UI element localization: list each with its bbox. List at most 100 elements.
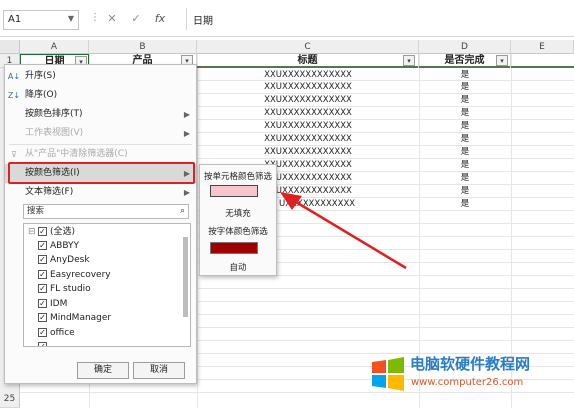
column-header-a[interactable]: A — [20, 40, 89, 54]
formula-buttons: ✕ ✓ fx — [100, 8, 184, 30]
logo-pane-red — [372, 360, 386, 373]
done-cell[interactable]: 是 — [419, 94, 511, 106]
done-cell[interactable]: 是 — [419, 69, 511, 81]
highlight-box — [8, 162, 195, 184]
ok-button[interactable]: 确定 — [77, 362, 129, 379]
name-box-value: A1 — [8, 14, 22, 25]
title-cell[interactable]: XXUXXXXXXXXXXXX — [197, 146, 419, 158]
select-all-corner[interactable] — [0, 40, 20, 54]
column-header-e[interactable]: E — [511, 40, 574, 54]
menu-item-label: 按颜色排序(T) — [25, 109, 83, 119]
filter-search-input[interactable]: 搜索 ⌕ — [23, 204, 189, 219]
chevron-right-icon: ▶ — [183, 129, 190, 138]
done-cell[interactable]: 是 — [419, 107, 511, 119]
list-item-label: ABBYY — [50, 241, 80, 251]
done-cell[interactable]: 是 — [419, 81, 511, 93]
checkbox-checked-icon[interactable]: ✓ — [38, 255, 47, 264]
checkbox-checked-icon[interactable]: ✓ — [38, 299, 47, 308]
column-header-d[interactable]: D — [419, 40, 511, 54]
title-cell[interactable]: XXUXXXXXXXXXXXX — [197, 81, 419, 93]
list-item[interactable]: ✓ ABBYY — [38, 239, 79, 253]
menu-item-label: 升序(S) — [25, 71, 56, 81]
header-cell-title[interactable]: 标题 ▾ — [197, 54, 419, 68]
column-header-c[interactable]: C — [197, 40, 419, 54]
search-icon[interactable]: ⌕ — [180, 205, 185, 218]
list-item[interactable]: ✓ Easyrecovery — [38, 268, 111, 282]
arrow-shaft — [295, 200, 407, 270]
header-label-done: 是否完成 — [444, 55, 485, 66]
menu-item-sort-by-color[interactable]: 按颜色排序(T) ▶ — [5, 105, 196, 124]
search-placeholder: 搜索 — [27, 206, 45, 216]
title-cell[interactable]: XXUXXXXXXXXXXXX — [197, 107, 419, 119]
done-cell[interactable]: 是 — [419, 146, 511, 158]
cancel-icon[interactable]: ✕ — [100, 8, 124, 30]
tree-expander-icon: ⊟ — [28, 227, 36, 237]
list-item[interactable]: ✓ MindManager — [38, 311, 111, 325]
list-item-label: office — [50, 328, 75, 338]
list-item[interactable]: ✓... — [38, 340, 59, 346]
logo-pane-green — [388, 357, 404, 373]
title-cell[interactable]: XXUXXXXXXXXXXXX — [197, 94, 419, 106]
header-label-title: 标题 — [297, 55, 318, 66]
done-cell[interactable]: 是 — [419, 133, 511, 145]
checkbox-checked-icon[interactable]: ✓ — [38, 342, 47, 346]
menu-item-label: 降序(O) — [25, 90, 58, 100]
list-item[interactable]: ✓ AnyDesk — [38, 253, 90, 267]
list-item-label: IDM — [50, 299, 68, 309]
insert-function-icon[interactable]: fx — [148, 8, 172, 30]
sort-descending-icon: Z↓ — [7, 91, 21, 100]
title-cell[interactable]: XXUXXXXXXXXXXXX — [197, 120, 419, 132]
menu-item-label: 工作表视图(V) — [25, 128, 84, 138]
title-cell[interactable]: XXUXXXXXXXXXXXX — [197, 133, 419, 145]
grip-icon: ⋮ — [90, 12, 100, 23]
filter-menu: A↓ 升序(S) Z↓ 降序(O) 按颜色排序(T) ▶ 工作表视图(V) ▶ … — [4, 64, 197, 384]
list-item-label: AnyDesk — [50, 255, 90, 265]
watermark: 电脑软硬件教程网 www.computer26.com — [368, 352, 574, 398]
checkbox-checked-icon[interactable]: ✓ — [38, 313, 47, 322]
font-color-swatch[interactable] — [210, 242, 258, 254]
chevron-right-icon: ▶ — [183, 188, 190, 197]
list-item[interactable]: ✓ IDM — [38, 297, 67, 311]
checkbox-checked-icon[interactable]: ✓ — [38, 227, 47, 236]
list-item-label: MindManager — [50, 313, 112, 323]
cell-color-swatch[interactable] — [210, 185, 258, 197]
menu-item-text-filter[interactable]: 文本筛选(F) ▶ — [5, 183, 196, 202]
title-cell[interactable]: XXUXXXXXXXXXXXX — [197, 69, 419, 81]
watermark-title: 电脑软硬件教程网 — [410, 355, 531, 373]
cancel-button[interactable]: 取消 — [133, 362, 185, 379]
color-filter-submenu: 按单元格颜色筛选 无填充 按字体颜色筛选 自动 — [199, 164, 277, 276]
auto-option[interactable]: 自动 — [200, 261, 276, 273]
checkbox-checked-icon[interactable]: ✓ — [38, 241, 47, 250]
header-cell-done[interactable]: 是否完成 ▾ — [419, 54, 511, 68]
done-cell[interactable]: 是 — [419, 159, 511, 171]
font-color-heading: 按字体颜色筛选 — [208, 227, 268, 237]
menu-item-sort-ascending[interactable]: A↓ 升序(S) — [5, 67, 196, 86]
formula-bar: A1 ▼ ⋮ ✕ ✓ fx 日期 — [0, 0, 574, 37]
list-item[interactable]: ⊟ ✓ (全选) — [28, 225, 75, 239]
no-fill-option[interactable]: 无填充 — [200, 207, 276, 219]
title-cell[interactable]: UXXXXXXXXXXXX — [277, 198, 419, 210]
enter-icon[interactable]: ✓ — [124, 8, 148, 30]
checkbox-checked-icon[interactable]: ✓ — [38, 328, 47, 337]
chevron-down-icon[interactable]: ▼ — [68, 14, 74, 23]
filter-dropdown-icon[interactable]: ▾ — [403, 55, 415, 66]
watermark-url: www.computer26.com — [411, 377, 524, 388]
checkbox-checked-icon[interactable]: ✓ — [38, 284, 47, 293]
filter-dropdown-icon[interactable]: ▾ — [496, 55, 508, 66]
name-box[interactable]: A1 ▼ — [3, 10, 79, 30]
list-scrollbar-thumb[interactable] — [183, 237, 188, 317]
done-cell[interactable]: 是 — [419, 172, 511, 184]
done-cell[interactable]: 是 — [419, 198, 511, 210]
row-header-25[interactable]: 25 — [0, 392, 20, 408]
sort-ascending-icon: A↓ — [7, 72, 21, 81]
list-item[interactable]: ✓ FL studio — [38, 282, 91, 296]
formula-input[interactable]: 日期 — [186, 8, 574, 30]
column-header-b[interactable]: B — [89, 40, 197, 54]
done-cell[interactable]: 是 — [419, 120, 511, 132]
checkbox-checked-icon[interactable]: ✓ — [38, 270, 47, 279]
done-cell[interactable]: 是 — [419, 185, 511, 197]
list-item-label: FL studio — [50, 284, 91, 294]
list-item[interactable]: ✓ office — [38, 326, 75, 340]
menu-item-sort-descending[interactable]: Z↓ 降序(O) — [5, 86, 196, 105]
list-item-label: Easyrecovery — [50, 270, 111, 280]
